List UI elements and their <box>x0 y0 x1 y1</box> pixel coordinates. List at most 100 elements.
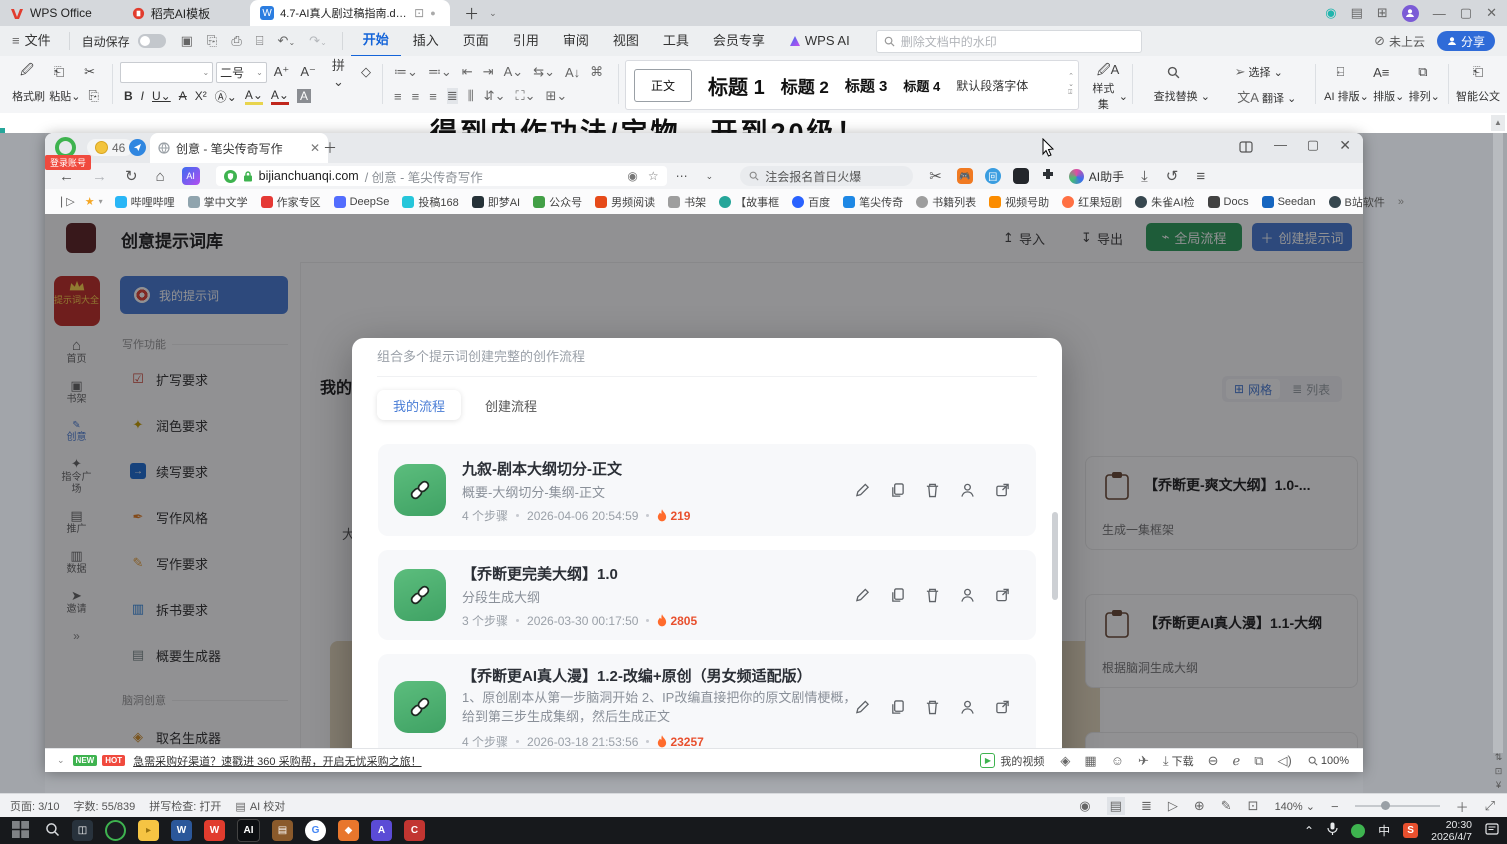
scroll-up-arrow[interactable]: ▲ <box>1491 115 1505 131</box>
menu-tab-insert[interactable]: 插入 <box>401 26 451 56</box>
show-marks-button[interactable]: ⌘ <box>590 64 603 80</box>
undo-icon[interactable]: ↶⌄ <box>278 33 296 49</box>
style-set-button[interactable]: 样式集 <box>1088 80 1119 112</box>
sort-button[interactable]: A↓ <box>565 65 580 80</box>
browser-active-tab[interactable]: 创意 - 笔尖传奇写作 ✕ <box>150 133 328 163</box>
menu-tab-tools[interactable]: 工具 <box>651 26 701 56</box>
preview-icon[interactable]: ⊡ <box>414 6 424 20</box>
bullet-list-button[interactable]: ≔⌄ <box>394 64 418 80</box>
tab-my-flows[interactable]: 我的流程 <box>377 390 461 420</box>
indent-button[interactable]: ⇥ <box>483 64 494 80</box>
align-left-button[interactable]: ≡ <box>394 89 402 104</box>
downloads-icon[interactable]: ⤓ <box>1141 168 1148 185</box>
notification-center-icon[interactable] <box>1485 822 1499 839</box>
redo-icon[interactable]: ↷⌄ <box>309 33 327 49</box>
browser-maximize-button[interactable]: ▢ <box>1307 137 1319 153</box>
bookmark-item[interactable]: 哔哩哔哩 <box>115 194 175 210</box>
dropdown-chevron-icon[interactable]: ⌄ <box>706 171 714 182</box>
align-right-button[interactable]: ≡ <box>429 89 437 104</box>
ime-indicator[interactable]: 中 <box>1378 822 1390 839</box>
boost-icon[interactable]: ✈ <box>1138 753 1149 769</box>
history-restore-icon[interactable]: ↺ <box>1166 167 1179 185</box>
tab-close-icon[interactable]: ✕ <box>310 141 320 155</box>
font-smaller-icon[interactable]: A⁻ <box>300 64 316 80</box>
bookmark-item[interactable]: 百度 <box>792 194 830 210</box>
taskbar-app-files[interactable]: ◫ <box>72 820 93 841</box>
print-icon[interactable]: ⎙ <box>231 33 241 49</box>
print-preview-icon[interactable]: ⌸ <box>256 33 264 49</box>
wps-search-input[interactable]: 删除文档中的水印 <box>876 30 1142 53</box>
paste-button[interactable]: 粘贴⌄ <box>49 88 80 104</box>
styles-down-icon[interactable]: ⌄ <box>1068 81 1074 89</box>
page-zoom-control[interactable]: 100% <box>1308 755 1349 767</box>
font-color-button[interactable]: A⌄ <box>271 88 289 105</box>
wps-scrollbar[interactable] <box>1493 133 1503 753</box>
fullscreen-icon[interactable]: ⤢ <box>1485 798 1495 814</box>
start-button[interactable] <box>12 821 29 841</box>
bookmark-item[interactable]: Docs <box>1208 196 1249 208</box>
bookmarks-overflow-icon[interactable]: » <box>1398 196 1404 208</box>
bookmark-item[interactable]: 视频号助 <box>989 194 1049 210</box>
window-layers-icon[interactable]: ⧉ <box>1254 753 1263 769</box>
page-indicator[interactable]: 页面: 3/10 <box>10 798 60 814</box>
copy-icon[interactable]: ⎘ <box>89 88 99 104</box>
bookmark-item[interactable]: 笔尖传奇 <box>843 194 903 210</box>
align-center-button[interactable]: ≡ <box>412 89 420 104</box>
ai-layout-button[interactable]: AI 排版⌄ <box>1324 88 1369 104</box>
taskbar-app-wps[interactable]: W <box>204 820 225 841</box>
menu-tab-reference[interactable]: 引用 <box>501 26 551 56</box>
view-page-mode-icon[interactable]: ▤ <box>1107 797 1125 815</box>
favorites-chevron-icon[interactable]: ▾ <box>99 197 103 206</box>
forward-icon[interactable]: → <box>92 168 107 185</box>
italic-button[interactable]: I <box>141 89 144 103</box>
share-user-icon[interactable] <box>960 700 975 715</box>
taskbar-app-a[interactable]: A <box>371 820 392 841</box>
collapse-sidebar-icon[interactable]: ❘▷ <box>57 195 75 208</box>
highlight-color-button[interactable]: A⌄ <box>245 88 263 105</box>
taskbar-app-360browser[interactable] <box>105 820 126 841</box>
site-safety-shield-icon[interactable] <box>224 170 237 183</box>
style-heading1[interactable]: 标题 1 <box>708 71 765 100</box>
ie-mode-icon[interactable]: ℯ <box>1233 753 1241 769</box>
delete-icon[interactable] <box>925 483 940 498</box>
url-bar[interactable]: bijianchuanqi.com / 创意 - 笔尖传奇写作 ◉ ☆ <box>216 166 667 186</box>
flow-list-item[interactable]: 【乔断更完美大纲】1.0 分段生成大纲 3 个步骤 2026-03-30 00:… <box>378 550 1036 640</box>
superscript-button[interactable]: X² <box>195 89 207 103</box>
output-icon[interactable]: ⎘ <box>207 33 217 49</box>
find-replace-button[interactable]: 查找替换 ⌄ <box>1154 88 1210 104</box>
back-icon[interactable]: ← <box>59 168 74 185</box>
wps-office-tab[interactable]: WPS Office <box>0 0 102 26</box>
view-web-icon[interactable]: ⊕ <box>1194 798 1205 814</box>
my-videos-button[interactable]: ▶ 我的视频 <box>980 753 1044 769</box>
cut-icon[interactable]: ✂ <box>84 64 95 80</box>
user-avatar[interactable] <box>1402 5 1419 22</box>
new-tab-button[interactable]: ＋ <box>464 3 479 24</box>
view-edit-icon[interactable]: ✎ <box>1221 798 1232 814</box>
flow-list-item[interactable]: 【乔断更AI真人漫】1.2-改编+原创（男女频适配版） 1、原创剧本从第一步脑洞… <box>378 654 1036 748</box>
taskbar-app-word[interactable]: W <box>171 820 192 841</box>
char-shading-button[interactable]: A <box>297 89 311 103</box>
copy-icon[interactable] <box>890 588 905 603</box>
proxy-icon[interactable]: ⊖ <box>1208 753 1219 769</box>
menu-tab-page[interactable]: 页面 <box>451 26 501 56</box>
style-heading3[interactable]: 标题 3 <box>845 75 888 96</box>
tray-sogou-icon[interactable]: S <box>1403 823 1418 838</box>
bookmark-item[interactable]: 红果短剧 <box>1062 194 1122 210</box>
taskbar-clock[interactable]: 20:302026/4/7 <box>1431 819 1472 843</box>
taskbar-app-folder[interactable]: ▸ <box>138 820 159 841</box>
browser-new-tab-button[interactable]: ＋ <box>323 138 337 158</box>
bookmark-star-icon[interactable]: ☆ <box>648 169 659 183</box>
cloud-sync-status[interactable]: ⊘未上云 <box>1374 33 1425 50</box>
distribute-button[interactable]: ⫼ <box>468 88 474 104</box>
open-external-icon[interactable] <box>995 588 1010 603</box>
open-external-icon[interactable] <box>995 483 1010 498</box>
menu-tab-view[interactable]: 视图 <box>601 26 651 56</box>
download-manager-button[interactable]: ⤓下载 <box>1163 753 1194 769</box>
promo-link[interactable]: 急需采购好渠道？速戳进 360 采购帮，开启无忧采购之旅！ <box>133 753 421 769</box>
community-icon[interactable]: 回 <box>985 168 1001 184</box>
browser-menu-icon[interactable]: ≡ <box>1196 168 1205 185</box>
speaker-icon[interactable]: ◁) <box>1278 753 1292 769</box>
shield-icon[interactable]: ◈ <box>1060 753 1070 769</box>
autosave-toggle[interactable] <box>138 34 166 48</box>
share-user-icon[interactable] <box>960 588 975 603</box>
